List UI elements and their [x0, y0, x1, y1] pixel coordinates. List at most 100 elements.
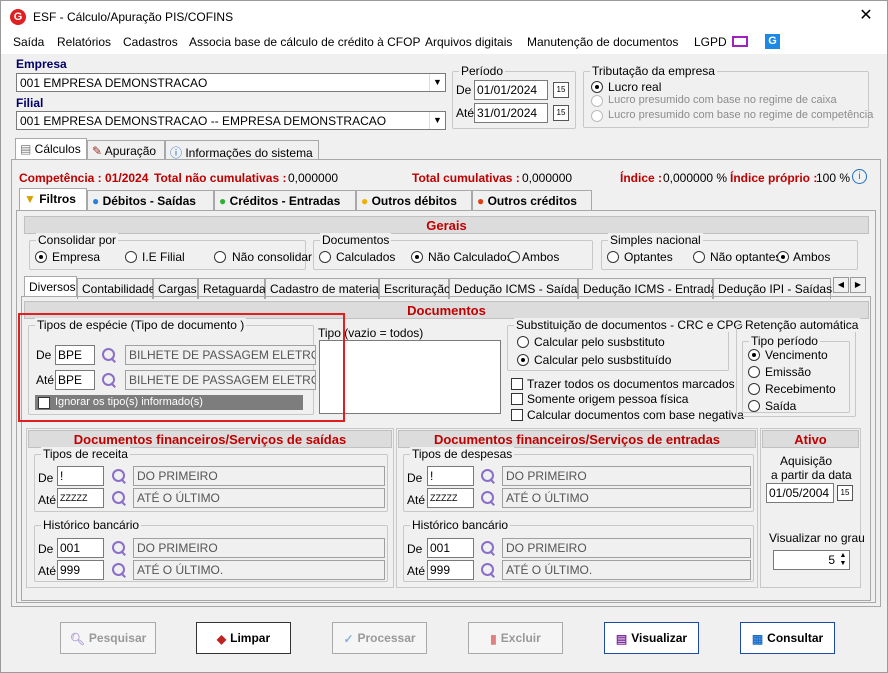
- menu-saida[interactable]: Saída: [13, 35, 44, 49]
- chevron-down-icon[interactable]: ▼: [429, 112, 445, 129]
- hist-saidas-de-input[interactable]: 001: [57, 538, 104, 558]
- tab-informacoes[interactable]: ⓘ Informações do sistema: [165, 140, 319, 161]
- tipos-receita-title: Tipos de receita: [41, 447, 130, 461]
- printer-icon: ▤: [615, 631, 628, 646]
- hist-saidas-ate-input[interactable]: 999: [57, 560, 104, 580]
- saidas-header: Documentos financeiros/Serviços de saída…: [28, 430, 392, 448]
- substituicao-title: Substituição de documentos - CRC e CPG: [514, 318, 745, 332]
- radio-presumido-caixa[interactable]: [591, 95, 603, 107]
- calendar-icon[interactable]: 15: [837, 485, 853, 501]
- tipo-textarea[interactable]: [319, 340, 501, 414]
- trazer-todos-checkbox[interactable]: [511, 378, 523, 390]
- tab-scroll-left-icon[interactable]: ◀: [833, 277, 849, 293]
- empresa-select[interactable]: 001 EMPRESA DEMONSTRACAO ▼: [16, 73, 446, 92]
- aquisicao-label: Aquisição: [780, 454, 833, 468]
- radio-nao-consolidar[interactable]: [214, 251, 226, 263]
- nao-cumulativas-label: Total não cumulativas :: [154, 171, 287, 185]
- receita-de-label: De: [38, 471, 54, 485]
- spinner-arrows-icon[interactable]: ▲ ▼: [838, 552, 848, 568]
- filial-select[interactable]: 001 EMPRESA DEMONSTRACAO -- EMPRESA DEMO…: [16, 111, 446, 130]
- radio-substituido[interactable]: [517, 354, 529, 366]
- periodo-de-label: De: [456, 83, 472, 97]
- limpar-button[interactable]: ◆ Limpar: [196, 622, 291, 654]
- periodo-title: Período: [459, 64, 506, 78]
- search-icon[interactable]: [111, 540, 127, 556]
- simples-group: Simples nacional Optantes Não optantes A…: [601, 233, 858, 270]
- pesquisar-button[interactable]: 🔍︎ Pesquisar: [60, 622, 156, 654]
- radio-empresa[interactable]: [35, 251, 47, 263]
- search-icon[interactable]: [111, 490, 127, 506]
- calendar-icon[interactable]: 15: [553, 82, 569, 98]
- hist-entradas-de-input[interactable]: 001: [427, 538, 474, 558]
- radio-vencimento[interactable]: [748, 349, 760, 361]
- radio-saida[interactable]: [748, 400, 760, 412]
- menu-arquivos[interactable]: Arquivos digitais: [425, 35, 512, 49]
- menu-associa[interactable]: Associa base de cálculo de crédito à CFO…: [189, 35, 420, 49]
- periodo-ate-label: Até: [456, 106, 475, 120]
- tab-diversos[interactable]: Diversos: [24, 276, 77, 297]
- info-icon[interactable]: i: [852, 169, 867, 184]
- radio-ambos-simples[interactable]: [777, 251, 789, 263]
- radio-substituto[interactable]: [517, 336, 529, 348]
- tab-debitos-saidas[interactable]: ● Débitos - Saídas: [87, 190, 214, 211]
- tab-outros-debitos[interactable]: ● Outros débitos: [356, 190, 472, 211]
- search-icon[interactable]: [480, 562, 496, 578]
- despesas-de-code-input[interactable]: !: [427, 466, 474, 486]
- tipo-periodo-group: Tipo período Vencimento Emissão Recebime…: [742, 334, 850, 413]
- filial-value: 001 EMPRESA DEMONSTRACAO -- EMPRESA DEMO…: [20, 114, 387, 128]
- radio-nao-optantes[interactable]: [693, 251, 705, 263]
- receita-de-code-input[interactable]: !: [57, 466, 104, 486]
- radio-nao-calculados[interactable]: [411, 251, 423, 263]
- search-icon[interactable]: [111, 562, 127, 578]
- cumulativas-value: 0,000000: [522, 171, 573, 185]
- radio-lucro-real[interactable]: [591, 81, 603, 93]
- menu-lgpd[interactable]: LGPD: [694, 35, 727, 49]
- ativo-data-input[interactable]: 01/05/2004: [766, 483, 834, 503]
- consolidar-title: Consolidar por: [36, 233, 119, 247]
- menu-relatorios[interactable]: Relatórios: [57, 35, 111, 49]
- close-button[interactable]: ✕: [853, 5, 879, 27]
- search-icon[interactable]: [480, 490, 496, 506]
- radio-optantes[interactable]: [607, 251, 619, 263]
- grid-icon: ▦: [751, 631, 764, 646]
- visualizar-button[interactable]: ▤ Visualizar: [604, 622, 699, 654]
- tab-filtros[interactable]: ▼ Filtros: [19, 188, 87, 211]
- documentos-group: Documentos Calculados Não Calculados Amb…: [313, 233, 593, 270]
- periodo-de-input[interactable]: 01/01/2024: [474, 80, 548, 100]
- receita-ate-code-input[interactable]: ZZZZZ: [57, 488, 104, 508]
- nao-optantes-label: Não optantes: [710, 250, 782, 264]
- calendar-icon[interactable]: 15: [553, 105, 569, 121]
- processar-button[interactable]: ✓ Processar: [332, 622, 427, 654]
- menu-manutencao[interactable]: Manutenção de documentos: [527, 35, 678, 49]
- radio-recebimento[interactable]: [748, 383, 760, 395]
- monitor-icon[interactable]: [732, 36, 748, 47]
- despesas-ate-code-input[interactable]: ZZZZZ: [427, 488, 474, 508]
- origem-pf-checkbox[interactable]: [511, 393, 523, 405]
- tab-calculos[interactable]: ▤ Cálculos: [15, 138, 87, 160]
- search-icon[interactable]: [111, 468, 127, 484]
- search-icon[interactable]: [480, 540, 496, 556]
- tab-apuracao[interactable]: ✎ Apuração: [87, 140, 165, 161]
- periodo-ate-input[interactable]: 31/01/2024: [474, 103, 548, 123]
- main-window: G ESF - Cálculo/Apuração PIS/COFINS ✕ Sa…: [0, 0, 888, 673]
- excluir-button[interactable]: ▮ Excluir: [468, 622, 563, 654]
- tab-outros-creditos[interactable]: ● Outros créditos: [472, 190, 592, 211]
- receita-ate-desc: ATÉ O ÚLTIMO: [133, 488, 385, 508]
- historico-saidas-title: Histórico bancário: [41, 518, 142, 532]
- chevron-down-icon[interactable]: ▼: [429, 74, 445, 91]
- hist-entradas-ate-input[interactable]: 999: [427, 560, 474, 580]
- radio-ambos-docs[interactable]: [508, 251, 520, 263]
- radio-ie-filial[interactable]: [125, 251, 137, 263]
- indice-proprio-label: Índice próprio :: [730, 171, 818, 185]
- consolidar-group: Consolidar por Empresa I.E Filial Não co…: [29, 233, 312, 270]
- radio-calculados[interactable]: [319, 251, 331, 263]
- menu-cadastros[interactable]: Cadastros: [123, 35, 178, 49]
- tab-scroll-right-icon[interactable]: ▶: [850, 277, 866, 293]
- radio-presumido-competencia[interactable]: [591, 110, 603, 122]
- search-icon[interactable]: [480, 468, 496, 484]
- brand-icon[interactable]: G: [765, 34, 780, 49]
- tab-creditos-entradas[interactable]: ● Créditos - Entradas: [214, 190, 356, 211]
- consultar-button[interactable]: ▦ Consultar: [740, 622, 835, 654]
- base-negativa-checkbox[interactable]: [511, 409, 523, 421]
- radio-emissao[interactable]: [748, 366, 760, 378]
